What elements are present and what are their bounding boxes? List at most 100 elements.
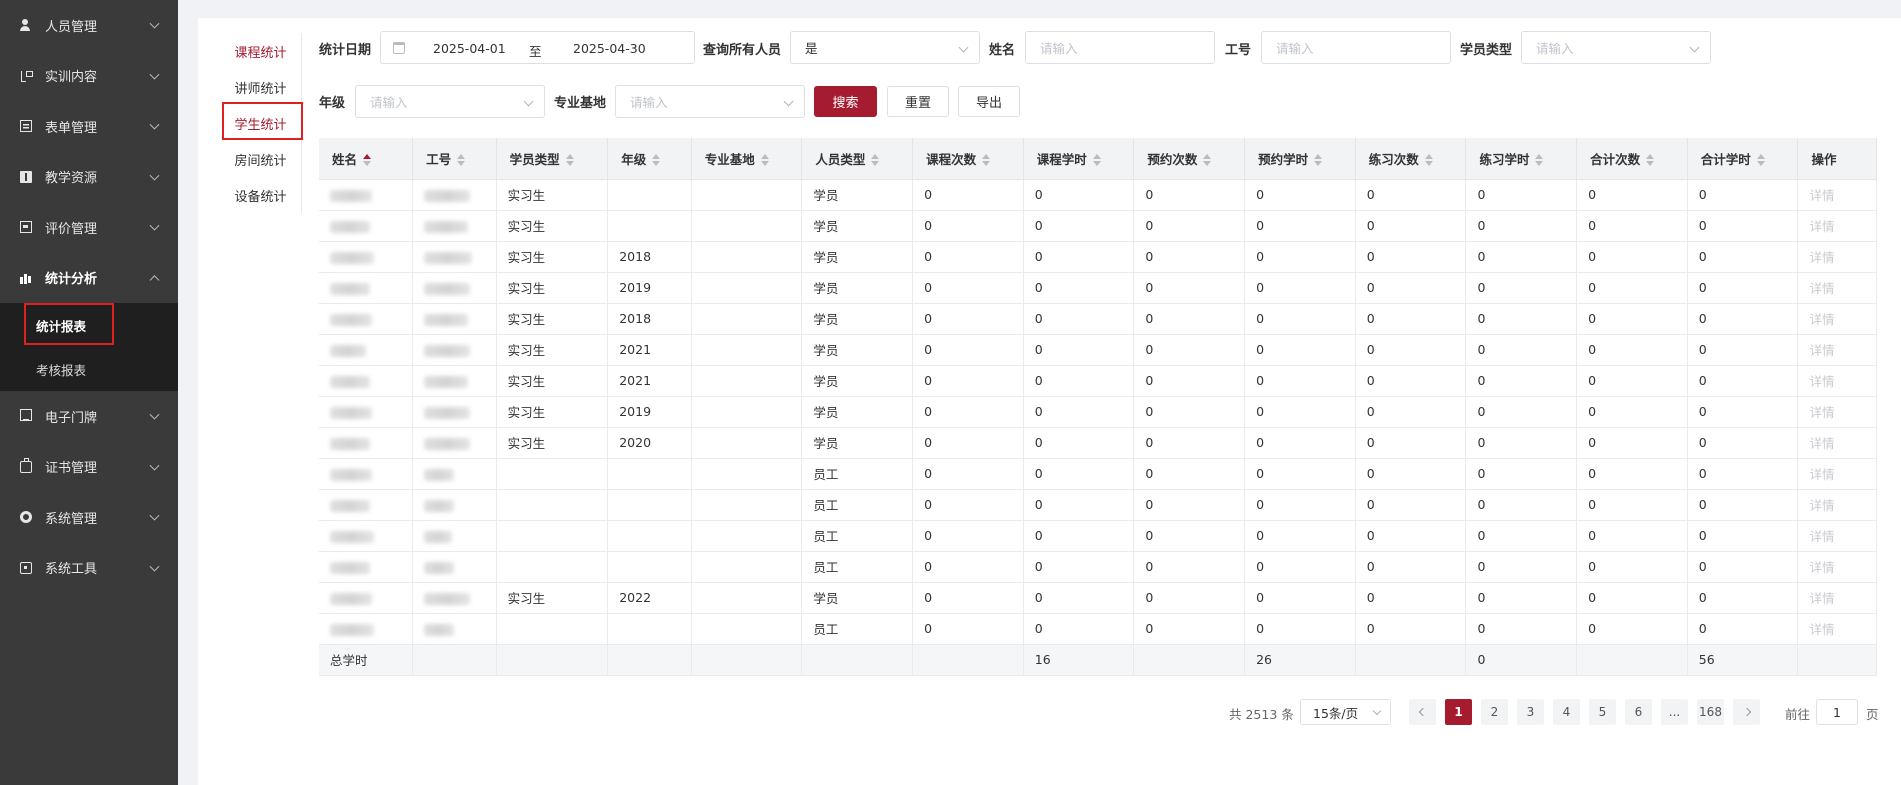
stat-nav-room[interactable]: 房间统计 [220,141,301,177]
table-cell-actions[interactable]: 详情 [1797,520,1877,552]
col-header-total-hours[interactable]: 合计学时 [1687,138,1799,180]
sort-icon[interactable] [1424,154,1433,167]
sort-icon[interactable] [457,154,466,167]
table-cell-actions[interactable]: 详情 [1797,613,1877,645]
detail-link[interactable]: 详情 [1809,591,1834,606]
table-cell-actions[interactable]: 详情 [1797,427,1877,459]
table-cell-actions[interactable]: 详情 [1797,396,1877,428]
grade-select[interactable]: 请输入 [355,85,545,118]
reset-button[interactable]: 重置 [887,86,949,117]
page-button[interactable]: 4 [1553,699,1580,725]
job-no-input[interactable]: 请输入 [1261,31,1451,64]
page-button[interactable]: 6 [1625,699,1652,725]
col-header-person-type[interactable]: 人员类型 [801,138,914,180]
sort-icon[interactable] [1203,154,1212,167]
page-button[interactable]: 1 [1445,699,1472,725]
table-cell-actions[interactable]: 详情 [1797,458,1877,490]
sidebar-item-personnel[interactable]: 人员管理 [0,0,178,51]
page-button[interactable]: 5 [1589,699,1616,725]
table-cell-actions[interactable]: 详情 [1797,303,1877,335]
table-cell-actions[interactable]: 详情 [1797,179,1877,211]
table-cell-job-no [412,303,497,335]
date-range-picker[interactable]: 2025-04-01 至 2025-04-30 [380,31,695,64]
page-button[interactable]: 3 [1517,699,1544,725]
sort-icon[interactable] [1092,154,1101,167]
col-header-job-no[interactable]: 工号 [412,138,497,180]
table-cell-actions[interactable]: 详情 [1797,582,1877,614]
detail-link[interactable]: 详情 [1809,405,1834,420]
sort-icon[interactable] [363,154,372,167]
col-header-total-count[interactable]: 合计次数 [1576,138,1688,180]
prev-page-button[interactable] [1409,699,1436,725]
sort-icon[interactable] [1535,154,1544,167]
sort-icon[interactable] [760,154,769,167]
col-header-name[interactable]: 姓名 [319,138,414,180]
sidebar-item-forms[interactable]: 表单管理 [0,101,178,152]
col-header-course-count[interactable]: 课程次数 [912,138,1024,180]
sidebar-item-statistics[interactable]: 统计分析 [0,253,178,304]
col-header-practice-count[interactable]: 练习次数 [1355,138,1467,180]
table-cell-actions[interactable]: 详情 [1797,241,1877,273]
detail-link[interactable]: 详情 [1809,188,1834,203]
sort-icon[interactable] [1314,154,1323,167]
col-header-booking-hours[interactable]: 预约学时 [1244,138,1356,180]
col-header-course-hours[interactable]: 课程学时 [1023,138,1135,180]
detail-link[interactable]: 详情 [1809,529,1834,544]
detail-link[interactable]: 详情 [1809,436,1834,451]
col-header-booking-count[interactable]: 预约次数 [1133,138,1246,180]
sort-icon[interactable] [565,154,574,167]
table-cell-actions[interactable]: 详情 [1797,272,1877,304]
detail-link[interactable]: 详情 [1809,622,1834,637]
sort-icon[interactable] [871,154,880,167]
next-page-button[interactable] [1733,699,1760,725]
search-button[interactable]: 搜索 [814,86,877,117]
all-people-select[interactable]: 是 [790,31,980,64]
sidebar-item-system-tools[interactable]: 系统工具 [0,543,178,594]
col-header-grade[interactable]: 年级 [607,138,692,180]
sidebar-item-certificates[interactable]: 证书管理 [0,442,178,493]
table-cell-practice-count: 0 [1355,427,1467,459]
page-ellipsis[interactable]: ... [1661,699,1688,725]
page-size-select[interactable]: 15条/页 [1300,699,1391,725]
table-cell-actions[interactable]: 详情 [1797,489,1877,521]
detail-link[interactable]: 详情 [1809,467,1834,482]
student-type-select[interactable]: 请输入 [1521,31,1711,64]
detail-link[interactable]: 详情 [1809,219,1834,234]
name-input[interactable]: 请输入 [1025,31,1215,64]
stat-nav-course[interactable]: 课程统计 [220,33,301,69]
page-button[interactable]: 168 [1697,699,1724,725]
col-header-base[interactable]: 专业基地 [691,138,803,180]
page-button[interactable]: 2 [1481,699,1508,725]
total-cell-name: 总学时 [319,644,414,676]
export-button[interactable]: 导出 [958,86,1020,117]
sidebar-item-training-content[interactable]: 实训内容 [0,51,178,102]
detail-link[interactable]: 详情 [1809,374,1834,389]
sidebar-item-evaluation[interactable]: 评价管理 [0,202,178,253]
table-cell-actions[interactable]: 详情 [1797,334,1877,366]
sidebar-item-teaching-resources[interactable]: 教学资源 [0,152,178,203]
stat-nav-lecturer[interactable]: 讲师统计 [220,69,301,105]
goto-page-input[interactable]: 1 [1816,699,1858,725]
sort-icon[interactable] [982,154,991,167]
detail-link[interactable]: 详情 [1809,560,1834,575]
col-header-practice-hours[interactable]: 练习学时 [1465,138,1578,180]
stat-nav-device[interactable]: 设备统计 [220,177,301,213]
col-header-student-type[interactable]: 学员类型 [496,138,609,180]
detail-link[interactable]: 详情 [1809,250,1834,265]
detail-link[interactable]: 详情 [1809,281,1834,296]
sidebar-item-e-doorplate[interactable]: 电子门牌 [0,391,178,442]
table-cell-actions[interactable]: 详情 [1797,551,1877,583]
submenu-item-assessment-report[interactable]: 考核报表 [0,347,178,391]
detail-link[interactable]: 详情 [1809,498,1834,513]
detail-link[interactable]: 详情 [1809,343,1834,358]
base-select[interactable]: 请输入 [615,85,805,118]
table-cell-total-count: 0 [1576,210,1688,242]
table-cell-student-type: 实习生 [496,427,609,459]
sort-icon[interactable] [1646,154,1655,167]
table-cell-actions[interactable]: 详情 [1797,365,1877,397]
sort-icon[interactable] [652,154,661,167]
sort-icon[interactable] [1756,154,1765,167]
sidebar-item-system-admin[interactable]: 系统管理 [0,492,178,543]
detail-link[interactable]: 详情 [1809,312,1834,327]
table-cell-actions[interactable]: 详情 [1797,210,1877,242]
